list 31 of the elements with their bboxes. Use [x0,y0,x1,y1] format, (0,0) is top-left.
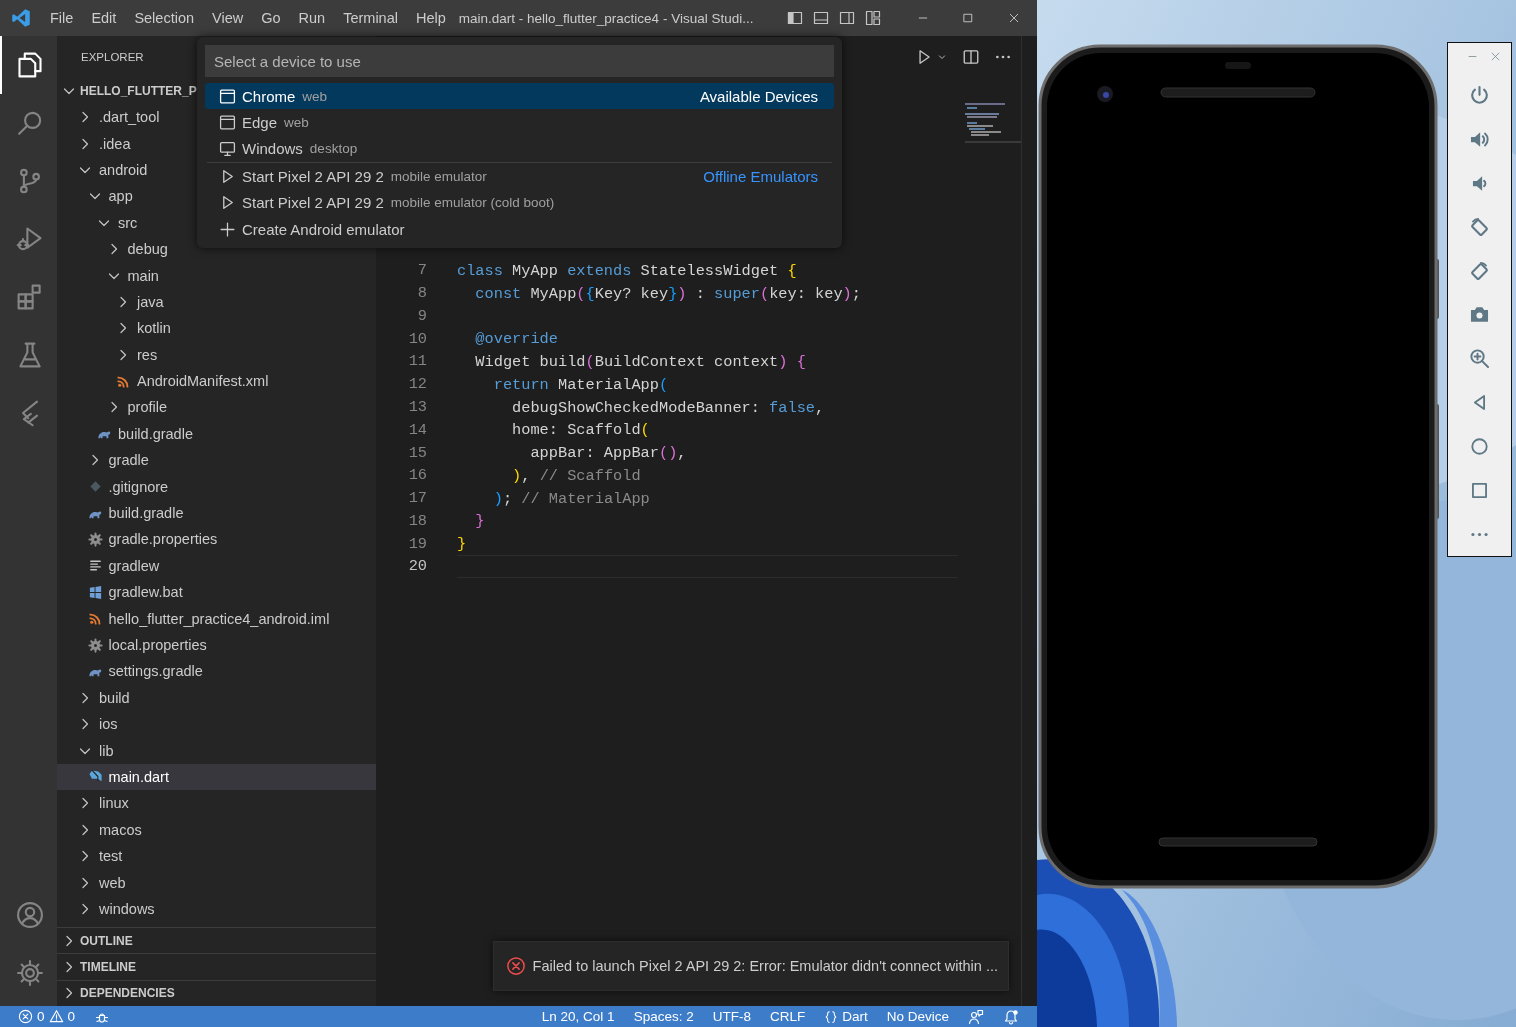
code-line: @override [474,329,559,351]
line-number: 16 [407,466,427,485]
code-line: ), // Scaffold [511,465,642,487]
line-number: 17 [407,489,427,508]
line-number: 18 [407,511,427,530]
line-number: 13 [407,397,427,416]
line-number: 14 [407,420,427,439]
code-line: ); // MaterialApp [492,488,651,510]
code-line: appBar: AppBar(), [529,443,688,464]
group-label: Available Devices [699,87,818,105]
line-number: 9 [416,306,427,325]
code-line: } [457,534,468,555]
notification-message: Failed to launch Pixel 2 API 29 2: Error: Emulator didn't connect within ... [532,958,998,974]
code-line: Widget build(BuildContext context) { [474,352,807,373]
line-number: 10 [407,329,427,348]
line-number: 11 [407,352,427,371]
code-line: } [474,511,486,533]
line-number: 12 [407,375,427,394]
line-number: 20 [407,557,427,576]
line-number: 8 [416,284,427,303]
code-line: return MaterialApp( [492,374,670,396]
code-line: class MyApp extends StatelessWidget { [457,261,798,282]
group-label: Offline Emulators [703,167,818,185]
panel-title: EXPLORER [81,51,144,63]
window-title: main.dart - hello_flutter_practice4 - Visual Studi... [458,10,754,26]
line-number: 15 [407,443,427,462]
line-number: 7 [416,261,427,280]
code-line: debugShowCheckedModeBanner: false, [511,397,826,419]
code-line: const MyApp({Key? key}) : super(key: key); [474,283,862,305]
code-line: home: Scaffold( [511,420,651,442]
line-number: 19 [407,534,427,553]
